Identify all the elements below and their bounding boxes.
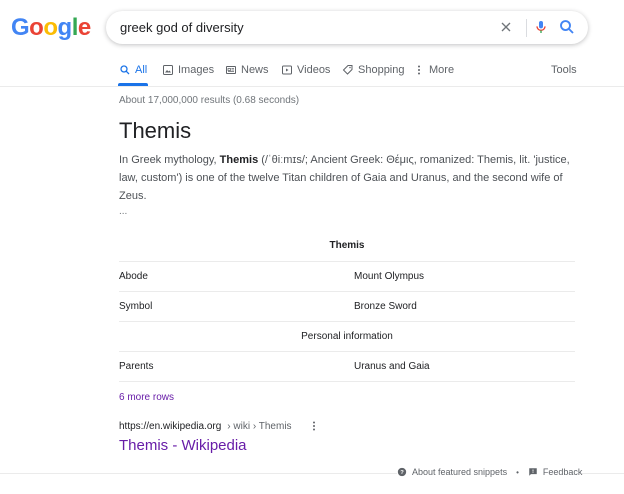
result-url: https://en.wikipedia.org xyxy=(119,420,222,432)
logo-letter: o xyxy=(43,14,58,41)
more-vert-icon xyxy=(418,65,420,75)
infobox-header-row: Themis xyxy=(119,236,575,262)
tab-label: Shopping xyxy=(358,64,405,76)
video-icon xyxy=(282,65,292,75)
about-snippets-link[interactable]: About featured snippets xyxy=(412,467,507,477)
result-title-link[interactable]: Themis - Wikipedia xyxy=(119,437,247,454)
tab-label: Videos xyxy=(297,64,331,76)
featured-footer: ? About featured snippets • Feedback xyxy=(397,467,583,477)
infobox-table: Themis Abode Mount Olympus Symbol Bronze… xyxy=(119,236,575,382)
search-tabs: All Images News Videos Shopping More Too… xyxy=(0,60,624,87)
row-value: Mount Olympus xyxy=(354,271,425,282)
tools-label: Tools xyxy=(551,64,577,76)
divider xyxy=(526,19,527,37)
tab-more[interactable]: More xyxy=(413,64,454,76)
tab-label: More xyxy=(429,64,455,76)
image-icon xyxy=(163,65,173,75)
table-row: Abode Mount Olympus xyxy=(119,262,575,292)
svg-text:?: ? xyxy=(400,470,404,476)
microphone-icon[interactable] xyxy=(533,18,549,36)
desc-text: In Greek mythology, xyxy=(119,154,220,166)
tab-videos[interactable]: Videos xyxy=(281,64,330,76)
section-header: Personal information xyxy=(301,331,393,342)
table-row: Symbol Bronze Sword xyxy=(119,292,575,322)
tab-shopping[interactable]: Shopping xyxy=(342,64,405,76)
desc-bold: Themis xyxy=(219,154,259,166)
logo-letter: o xyxy=(29,14,44,41)
search-icon xyxy=(120,65,130,75)
more-rows-link[interactable]: 6 more rows xyxy=(119,392,174,403)
row-label: Abode xyxy=(119,271,148,282)
active-tab-indicator xyxy=(118,83,148,86)
tools-button[interactable]: Tools xyxy=(551,64,577,76)
help-icon: ? xyxy=(397,467,407,477)
ellipsis: ... xyxy=(119,206,128,217)
tab-label: News xyxy=(241,64,269,76)
row-value: Bronze Sword xyxy=(354,301,417,312)
section-header-row: Personal information xyxy=(119,322,575,352)
news-icon xyxy=(226,66,236,74)
search-input[interactable]: greek god of diversity xyxy=(120,20,244,35)
more-options-icon[interactable] xyxy=(308,420,320,432)
featured-title: Themis xyxy=(119,118,192,143)
result-breadcrumb: › wiki › Themis xyxy=(227,420,292,432)
close-icon[interactable] xyxy=(498,18,514,36)
row-label: Parents xyxy=(119,361,154,372)
result-stats: About 17,000,000 results (0.68 seconds) xyxy=(119,95,300,106)
tab-images[interactable]: Images xyxy=(162,64,214,76)
logo-letter: g xyxy=(57,14,73,41)
tab-news[interactable]: News xyxy=(225,64,269,76)
tag-icon xyxy=(342,65,353,75)
result-cite[interactable]: https://en.wikipedia.org › wiki › Themis xyxy=(119,420,320,432)
logo-letter: G xyxy=(11,14,30,41)
tab-label: All xyxy=(135,64,148,76)
feedback-icon xyxy=(529,468,537,476)
tab-all[interactable]: All xyxy=(119,64,147,76)
infobox-header: Themis xyxy=(329,240,365,251)
feedback-link[interactable]: Feedback xyxy=(543,467,583,477)
bullet: • xyxy=(516,467,519,477)
tab-label: Images xyxy=(178,64,215,76)
logo-letter: e xyxy=(77,14,91,41)
row-label: Symbol xyxy=(119,301,153,312)
search-icon[interactable] xyxy=(558,18,576,36)
table-row: Parents Uranus and Gaia xyxy=(119,352,575,382)
featured-description: In Greek mythology, Themis (/ˈθiːmɪs/; A… xyxy=(119,151,579,205)
row-value: Uranus and Gaia xyxy=(354,361,430,372)
search-box[interactable]: greek god of diversity xyxy=(106,11,588,44)
google-logo[interactable]: Google xyxy=(11,14,91,42)
